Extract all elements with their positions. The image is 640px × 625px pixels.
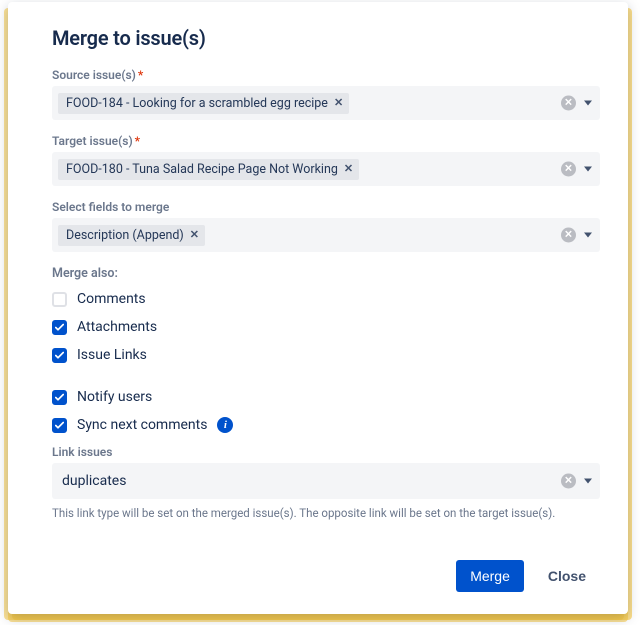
chevron-down-icon[interactable] — [584, 233, 592, 238]
link-issues-select[interactable]: duplicates ✕ — [52, 463, 600, 499]
target-chip[interactable]: FOOD-180 - Tuna Salad Recipe Page Not Wo… — [58, 159, 359, 180]
checkbox-row-notifyUsers: Notify users — [52, 389, 600, 405]
checkbox-label: Notify users — [77, 389, 152, 405]
checkbox-comments[interactable] — [52, 292, 67, 307]
fields-select[interactable]: Description (Append) ✕ ✕ — [52, 218, 600, 252]
checkbox-label: Attachments — [77, 319, 157, 335]
chevron-down-icon[interactable] — [584, 167, 592, 172]
checkbox-row-comments: Comments — [52, 291, 600, 307]
link-issues-label: Link issues — [52, 445, 600, 459]
link-issues-value: duplicates — [62, 473, 126, 489]
link-help-text: This link type will be set on the merged… — [52, 505, 600, 521]
chevron-down-icon[interactable] — [584, 479, 592, 484]
clear-icon[interactable]: ✕ — [561, 96, 576, 111]
target-chip-label: FOOD-180 - Tuna Salad Recipe Page Not Wo… — [66, 162, 338, 177]
checkbox-label: Sync next comments — [77, 417, 207, 433]
checkbox-notifyUsers[interactable] — [52, 390, 67, 405]
source-issues-select[interactable]: FOOD-184 - Looking for a scrambled egg r… — [52, 86, 600, 120]
required-mark: * — [135, 134, 140, 148]
merge-button[interactable]: Merge — [456, 560, 524, 592]
checkbox-row-attachments: Attachments — [52, 319, 600, 335]
checkbox-row-syncNext: Sync next comments i — [52, 417, 600, 433]
clear-icon[interactable]: ✕ — [561, 228, 576, 243]
checkbox-row-issueLinks: Issue Links — [52, 347, 600, 363]
field-chip[interactable]: Description (Append) ✕ — [58, 225, 205, 246]
checkbox-label: Comments — [77, 291, 146, 307]
clear-icon[interactable]: ✕ — [561, 474, 576, 489]
source-chip-label: FOOD-184 - Looking for a scrambled egg r… — [66, 96, 328, 111]
source-label: Source issue(s)* — [52, 68, 600, 82]
source-chip[interactable]: FOOD-184 - Looking for a scrambled egg r… — [58, 93, 349, 114]
info-icon[interactable]: i — [217, 417, 233, 433]
target-label: Target issue(s)* — [52, 134, 600, 148]
fields-label: Select fields to merge — [52, 200, 600, 214]
merge-dialog: Merge to issue(s) Source issue(s)* FOOD-… — [8, 2, 628, 614]
dialog-footer: Merge Close — [456, 560, 600, 592]
remove-chip-icon[interactable]: ✕ — [344, 162, 353, 175]
clear-icon[interactable]: ✕ — [561, 162, 576, 177]
checkbox-attachments[interactable] — [52, 320, 67, 335]
field-chip-label: Description (Append) — [66, 228, 184, 243]
checkbox-label: Issue Links — [77, 347, 147, 363]
required-mark: * — [138, 68, 143, 82]
target-issues-select[interactable]: FOOD-180 - Tuna Salad Recipe Page Not Wo… — [52, 152, 600, 186]
merge-also-label: Merge also: — [52, 266, 600, 281]
dialog-title: Merge to issue(s) — [52, 26, 600, 50]
checkbox-syncNext[interactable] — [52, 418, 67, 433]
checkbox-issueLinks[interactable] — [52, 348, 67, 363]
remove-chip-icon[interactable]: ✕ — [334, 96, 343, 109]
close-button[interactable]: Close — [534, 560, 600, 592]
remove-chip-icon[interactable]: ✕ — [190, 228, 199, 241]
chevron-down-icon[interactable] — [584, 101, 592, 106]
